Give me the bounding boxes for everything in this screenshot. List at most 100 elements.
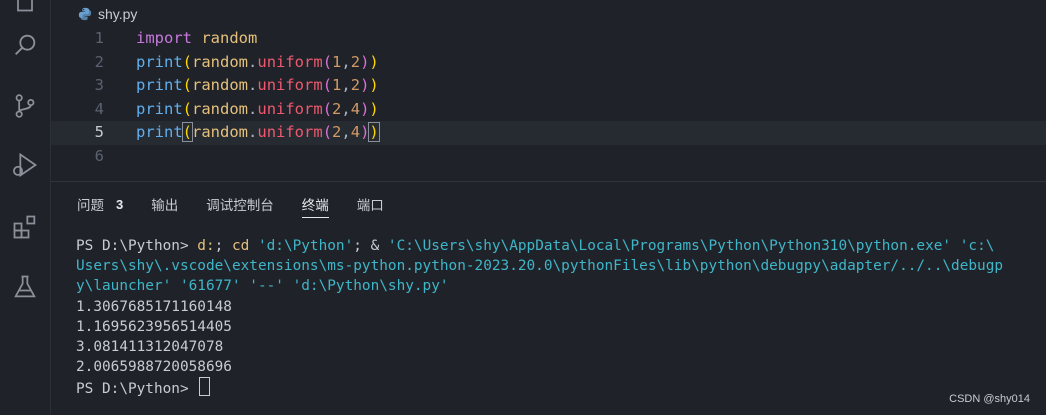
tab-problems-label: 问题 xyxy=(77,198,104,213)
extensions-icon[interactable] xyxy=(5,207,45,247)
code-token: import xyxy=(136,29,192,47)
code-token: print xyxy=(136,123,183,141)
code-token: 2 xyxy=(350,52,361,71)
tab-output[interactable]: 输出 xyxy=(151,182,178,226)
code-token: ) xyxy=(369,76,379,94)
code-token: ( xyxy=(322,123,333,141)
file-tab-label: shy.py xyxy=(98,6,138,22)
terminal-command: d:; cd 'd:\Python'; & 'C:\Users\shy\AppD… xyxy=(197,238,995,254)
line-number: 6 xyxy=(94,146,104,165)
code-area[interactable]: 1 import random 2 print(random.uniform(1,2)… xyxy=(51,27,1046,168)
code-token: , xyxy=(341,123,351,141)
code-token: ( xyxy=(181,122,194,142)
run-debug-icon[interactable] xyxy=(5,145,45,185)
code-token: ) xyxy=(360,52,370,71)
terminal-prompt-line: PS D:\Python> xyxy=(76,377,1046,397)
code-token: 1 xyxy=(332,76,342,94)
line-number: 4 xyxy=(94,99,104,118)
terminal-output-line: 1.3067685171160148 xyxy=(76,298,232,315)
code-token: . xyxy=(248,99,258,118)
code-token: random xyxy=(192,99,249,118)
terminal-prompt: PS D:\Python> xyxy=(76,238,198,254)
code-token: ( xyxy=(322,99,333,118)
terminal-command-continued: Users\shy\.vscode\extensions\ms-python.p… xyxy=(76,258,1004,275)
code-token: ( xyxy=(182,99,193,118)
code-token: random xyxy=(201,29,258,47)
terminal[interactable]: PS D:\Python> d:; cd 'd:\Python'; & 'C:\… xyxy=(76,236,1046,398)
code-token: print xyxy=(136,99,183,118)
code-token: . xyxy=(248,123,258,141)
tab-terminal[interactable]: 终端 xyxy=(301,182,329,226)
explorer-icon[interactable] xyxy=(5,0,45,20)
terminal-cursor xyxy=(199,377,211,397)
code-line[interactable]: 6 xyxy=(51,145,1046,169)
code-line[interactable]: 1 import random xyxy=(51,27,1046,51)
tab-ports-label: 端口 xyxy=(356,198,384,213)
tab-terminal-label: 终端 xyxy=(301,198,329,213)
line-number: 3 xyxy=(94,76,104,94)
editor-tabbar: shy.py xyxy=(51,0,1046,28)
python-file-icon xyxy=(78,7,92,21)
tab-output-label: 输出 xyxy=(151,198,179,213)
code-token: uniform xyxy=(257,99,323,118)
testing-icon[interactable] xyxy=(5,267,45,307)
tab-ports[interactable]: 端口 xyxy=(357,182,384,226)
watermark: CSDN @shy014 xyxy=(949,393,1030,405)
terminal-command-line: PS D:\Python> d:; cd 'd:\Python'; & 'C:\… xyxy=(76,236,1046,256)
terminal-command-path: 'C:\Users\shy\AppData\Local\Programs\Pyt… xyxy=(387,238,995,254)
code-token: ) xyxy=(369,99,379,118)
line-number: 5 xyxy=(94,123,104,141)
code-token: 2 xyxy=(332,99,342,118)
panel-tabs: 问题 3 输出 调试控制台 终端 端口 xyxy=(51,182,1046,226)
code-token: print xyxy=(136,76,183,94)
code-token: 2 xyxy=(350,76,361,94)
code-line[interactable]: 3 print(random.uniform(1,2)) xyxy=(51,74,1046,98)
code-token: , xyxy=(341,52,351,71)
code-token: 4 xyxy=(350,123,361,141)
code-token: random xyxy=(192,52,249,71)
code-line[interactable]: 5 print(random.uniform(2,4)) xyxy=(51,121,1046,145)
code-token: random xyxy=(192,76,249,94)
code-token: ) xyxy=(368,122,380,142)
code-token: 2 xyxy=(332,123,342,141)
code-token: random xyxy=(192,123,249,141)
code-token: ( xyxy=(182,52,193,71)
source-control-icon[interactable] xyxy=(5,86,45,126)
code-token: ) xyxy=(360,76,370,94)
code-token: uniform xyxy=(257,52,323,71)
line-number: 2 xyxy=(94,52,104,71)
tab-debug-console-label: 调试控制台 xyxy=(206,198,274,213)
code-token: ) xyxy=(369,52,379,71)
code-text: print(random.uniform(2,4)) xyxy=(136,121,380,145)
tab-debug-console[interactable]: 调试控制台 xyxy=(206,182,274,226)
activity-bar xyxy=(0,0,51,415)
code-token: uniform xyxy=(257,76,323,94)
terminal-output-line: 1.1695623956514405 xyxy=(76,318,232,335)
code-token: ( xyxy=(322,76,333,94)
code-text: print(random.uniform(2,4)) xyxy=(136,98,379,122)
code-token: , xyxy=(341,76,351,94)
code-token: . xyxy=(248,76,258,94)
code-text: print(random.uniform(1,2)) xyxy=(136,74,379,98)
terminal-command-end: y\launcher' '61677' '--' 'd:\Python\shy.… xyxy=(76,278,449,295)
file-tab[interactable]: shy.py xyxy=(78,0,137,28)
terminal-output-line: 2.0065988720058696 xyxy=(76,359,232,376)
editor: shy.py 1 import random 2 print(random.unifo… xyxy=(51,0,1046,180)
terminal-output-line: 3.081411312047078 xyxy=(76,338,224,355)
code-token: 4 xyxy=(350,99,361,118)
line-number: 1 xyxy=(94,29,104,47)
code-token: print xyxy=(136,52,183,71)
code-token: ( xyxy=(322,52,333,71)
tab-problems[interactable]: 问题 3 xyxy=(77,182,123,226)
code-token: uniform xyxy=(257,123,323,141)
code-line[interactable]: 4 print(random.uniform(2,4)) xyxy=(51,98,1046,122)
code-text: print(random.uniform(1,2)) xyxy=(136,51,379,75)
code-line[interactable]: 2 print(random.uniform(1,2)) xyxy=(51,51,1046,75)
problems-count-badge: 3 xyxy=(116,196,124,212)
code-token: , xyxy=(341,99,351,118)
code-token: ) xyxy=(360,99,370,118)
code-token: . xyxy=(248,52,258,71)
terminal-prompt: PS D:\Python> xyxy=(76,381,198,398)
search-icon[interactable] xyxy=(5,25,45,65)
